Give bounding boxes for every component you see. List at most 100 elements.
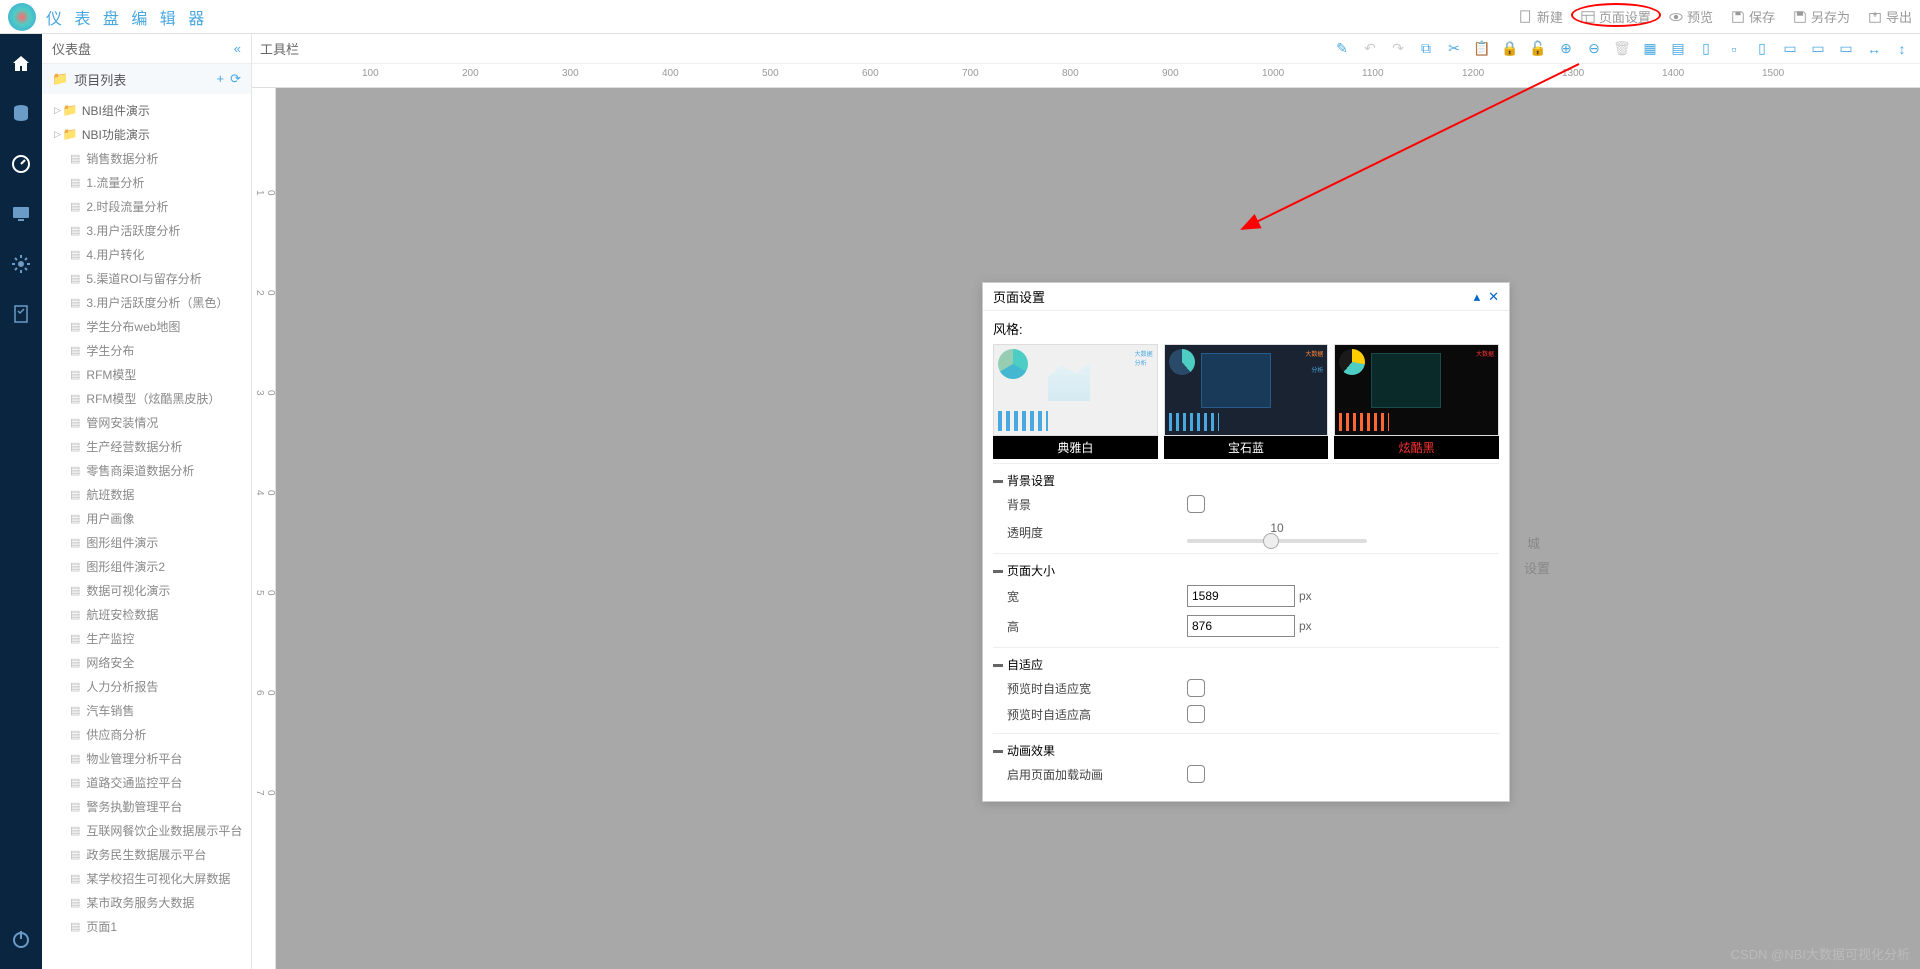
app-title: 仪 表 盘 编 辑 器 xyxy=(46,5,208,29)
dialog-minimize-icon[interactable]: ▴ xyxy=(1474,289,1481,305)
dialog-close-icon[interactable]: ✕ xyxy=(1488,289,1499,305)
tree-folder[interactable]: ▷📁NBI组件演示 xyxy=(42,98,251,122)
anim-enable-label: 启用页面加载动画 xyxy=(1007,766,1187,783)
lock-icon[interactable]: 🔒 xyxy=(1502,41,1518,57)
tree-file[interactable]: ▤5.渠道ROI与留存分析 xyxy=(42,266,251,290)
align-middle-icon[interactable]: ▭ xyxy=(1810,41,1826,57)
tree-file[interactable]: ▤汽车销售 xyxy=(42,698,251,722)
save-button[interactable]: 保存 xyxy=(1731,7,1775,26)
height-input[interactable] xyxy=(1187,615,1295,637)
copy-icon[interactable]: ⧉ xyxy=(1418,41,1434,57)
refresh-icon[interactable]: ⟳ xyxy=(230,71,241,87)
theme-cool-black[interactable]: 大数据 炫酷黑 xyxy=(1334,344,1499,459)
dashboard-icon[interactable] xyxy=(11,154,31,174)
tree-file[interactable]: ▤互联网餐饮企业数据展示平台 xyxy=(42,818,251,842)
section-anim[interactable]: ▬动画效果 xyxy=(993,740,1499,761)
section-size[interactable]: ▬页面大小 xyxy=(993,560,1499,581)
tree-file[interactable]: ▤警务执勤管理平台 xyxy=(42,794,251,818)
align-right-icon[interactable]: ▯ xyxy=(1754,41,1770,57)
tree-file[interactable]: ▤某市政务服务大数据 xyxy=(42,890,251,914)
add-project-icon[interactable]: + xyxy=(217,71,225,87)
settings-icon[interactable] xyxy=(11,254,31,274)
theme-elegant-white[interactable]: 大数据分析 典雅白 xyxy=(993,344,1158,459)
tree-file[interactable]: ▤RFM模型（炫酷黑皮肤） xyxy=(42,386,251,410)
canvas-bg-text: 城 xyxy=(1527,533,1540,552)
preview-button[interactable]: 预览 xyxy=(1669,7,1713,26)
tree-file[interactable]: ▤网络安全 xyxy=(42,650,251,674)
tree-file[interactable]: ▤管网安装情况 xyxy=(42,410,251,434)
database-icon[interactable] xyxy=(11,104,31,124)
redo-icon[interactable]: ↷ xyxy=(1390,41,1406,57)
tree-file[interactable]: ▤页面1 xyxy=(42,914,251,938)
tree-file[interactable]: ▤供应商分析 xyxy=(42,722,251,746)
align-left-icon[interactable]: ▯ xyxy=(1698,41,1714,57)
trash-icon[interactable]: 🗑 xyxy=(1614,41,1630,57)
monitor-icon[interactable] xyxy=(11,204,31,224)
tree-file[interactable]: ▤航班安检数据 xyxy=(42,602,251,626)
distribute-v-icon[interactable]: ↕ xyxy=(1894,41,1910,57)
tree-file[interactable]: ▤道路交通监控平台 xyxy=(42,770,251,794)
style-label: 风格: xyxy=(993,319,1499,338)
section-bg[interactable]: ▬背景设置 xyxy=(993,470,1499,491)
power-icon[interactable] xyxy=(11,929,31,949)
tree-file[interactable]: ▤1.流量分析 xyxy=(42,170,251,194)
unlock-icon[interactable]: 🔓 xyxy=(1530,41,1546,57)
zoom-in-icon[interactable]: ⊕ xyxy=(1558,41,1574,57)
bg-checkbox[interactable] xyxy=(1187,495,1205,513)
cut-icon[interactable]: ✂ xyxy=(1446,41,1462,57)
fit-height-label: 预览时自适应高 xyxy=(1007,706,1187,723)
report-icon[interactable] xyxy=(11,304,31,324)
opacity-slider[interactable]: 10 xyxy=(1187,521,1367,543)
distribute-h-icon[interactable]: ↔ xyxy=(1866,41,1882,57)
tree-folder[interactable]: ▷📁NBI功能演示 xyxy=(42,122,251,146)
tree-file[interactable]: ▤用户画像 xyxy=(42,506,251,530)
align-bottom-icon[interactable]: ▭ xyxy=(1838,41,1854,57)
tree-file[interactable]: ▤物业管理分析平台 xyxy=(42,746,251,770)
fit-height-checkbox[interactable] xyxy=(1187,705,1205,723)
new-button[interactable]: 新建 xyxy=(1519,7,1563,26)
tree-file[interactable]: ▤3.用户活跃度分析 xyxy=(42,218,251,242)
tree-file[interactable]: ▤某学校招生可视化大屏数据 xyxy=(42,866,251,890)
anim-enable-checkbox[interactable] xyxy=(1187,765,1205,783)
paste-icon[interactable]: 📋 xyxy=(1474,41,1490,57)
tree-file[interactable]: ▤学生分布 xyxy=(42,338,251,362)
canvas-bg-text: 设置 xyxy=(1524,558,1550,577)
align-top-icon[interactable]: ▭ xyxy=(1782,41,1798,57)
layer-front-icon[interactable]: ▦ xyxy=(1642,41,1658,57)
save-as-button[interactable]: 另存为 xyxy=(1793,7,1850,26)
fit-width-checkbox[interactable] xyxy=(1187,679,1205,697)
tree-file[interactable]: ▤人力分析报告 xyxy=(42,674,251,698)
height-label: 高 xyxy=(1007,618,1187,635)
tree-file[interactable]: ▤4.用户转化 xyxy=(42,242,251,266)
width-input[interactable] xyxy=(1187,585,1295,607)
zoom-out-icon[interactable]: ⊖ xyxy=(1586,41,1602,57)
file-icon: ▤ xyxy=(70,872,80,885)
tree-file[interactable]: ▤政务民生数据展示平台 xyxy=(42,842,251,866)
tree-file[interactable]: ▤数据可视化演示 xyxy=(42,578,251,602)
project-list-header[interactable]: 📁 项目列表 + ⟳ xyxy=(42,64,251,94)
tree-file[interactable]: ▤2.时段流量分析 xyxy=(42,194,251,218)
pencil-icon[interactable]: ✎ xyxy=(1334,41,1350,57)
collapse-panel-icon[interactable]: « xyxy=(234,41,241,56)
undo-icon[interactable]: ↶ xyxy=(1362,41,1378,57)
section-adaptive[interactable]: ▬自适应 xyxy=(993,654,1499,675)
tree-file[interactable]: ▤生产监控 xyxy=(42,626,251,650)
tree-file[interactable]: ▤销售数据分析 xyxy=(42,146,251,170)
layer-back-icon[interactable]: ▤ xyxy=(1670,41,1686,57)
theme-sapphire-blue[interactable]: 大数据 分析 宝石蓝 xyxy=(1164,344,1329,459)
align-center-icon[interactable]: ▫ xyxy=(1726,41,1742,57)
tree-file[interactable]: ▤图形组件演示2 xyxy=(42,554,251,578)
tree-file[interactable]: ▤航班数据 xyxy=(42,482,251,506)
tree-file[interactable]: ▤零售商渠道数据分析 xyxy=(42,458,251,482)
tree-file[interactable]: ▤3.用户活跃度分析（黑色） xyxy=(42,290,251,314)
tree-file[interactable]: ▤图形组件演示 xyxy=(42,530,251,554)
home-icon[interactable] xyxy=(11,54,31,74)
file-icon: ▤ xyxy=(70,224,80,237)
export-button[interactable]: 导出 xyxy=(1868,7,1912,26)
file-icon: ▤ xyxy=(70,344,80,357)
tree-file[interactable]: ▤RFM模型 xyxy=(42,362,251,386)
tree-file[interactable]: ▤生产经营数据分析 xyxy=(42,434,251,458)
app-logo xyxy=(8,3,36,31)
tree-file[interactable]: ▤学生分布web地图 xyxy=(42,314,251,338)
page-settings-button[interactable]: 页面设置 xyxy=(1581,7,1651,26)
